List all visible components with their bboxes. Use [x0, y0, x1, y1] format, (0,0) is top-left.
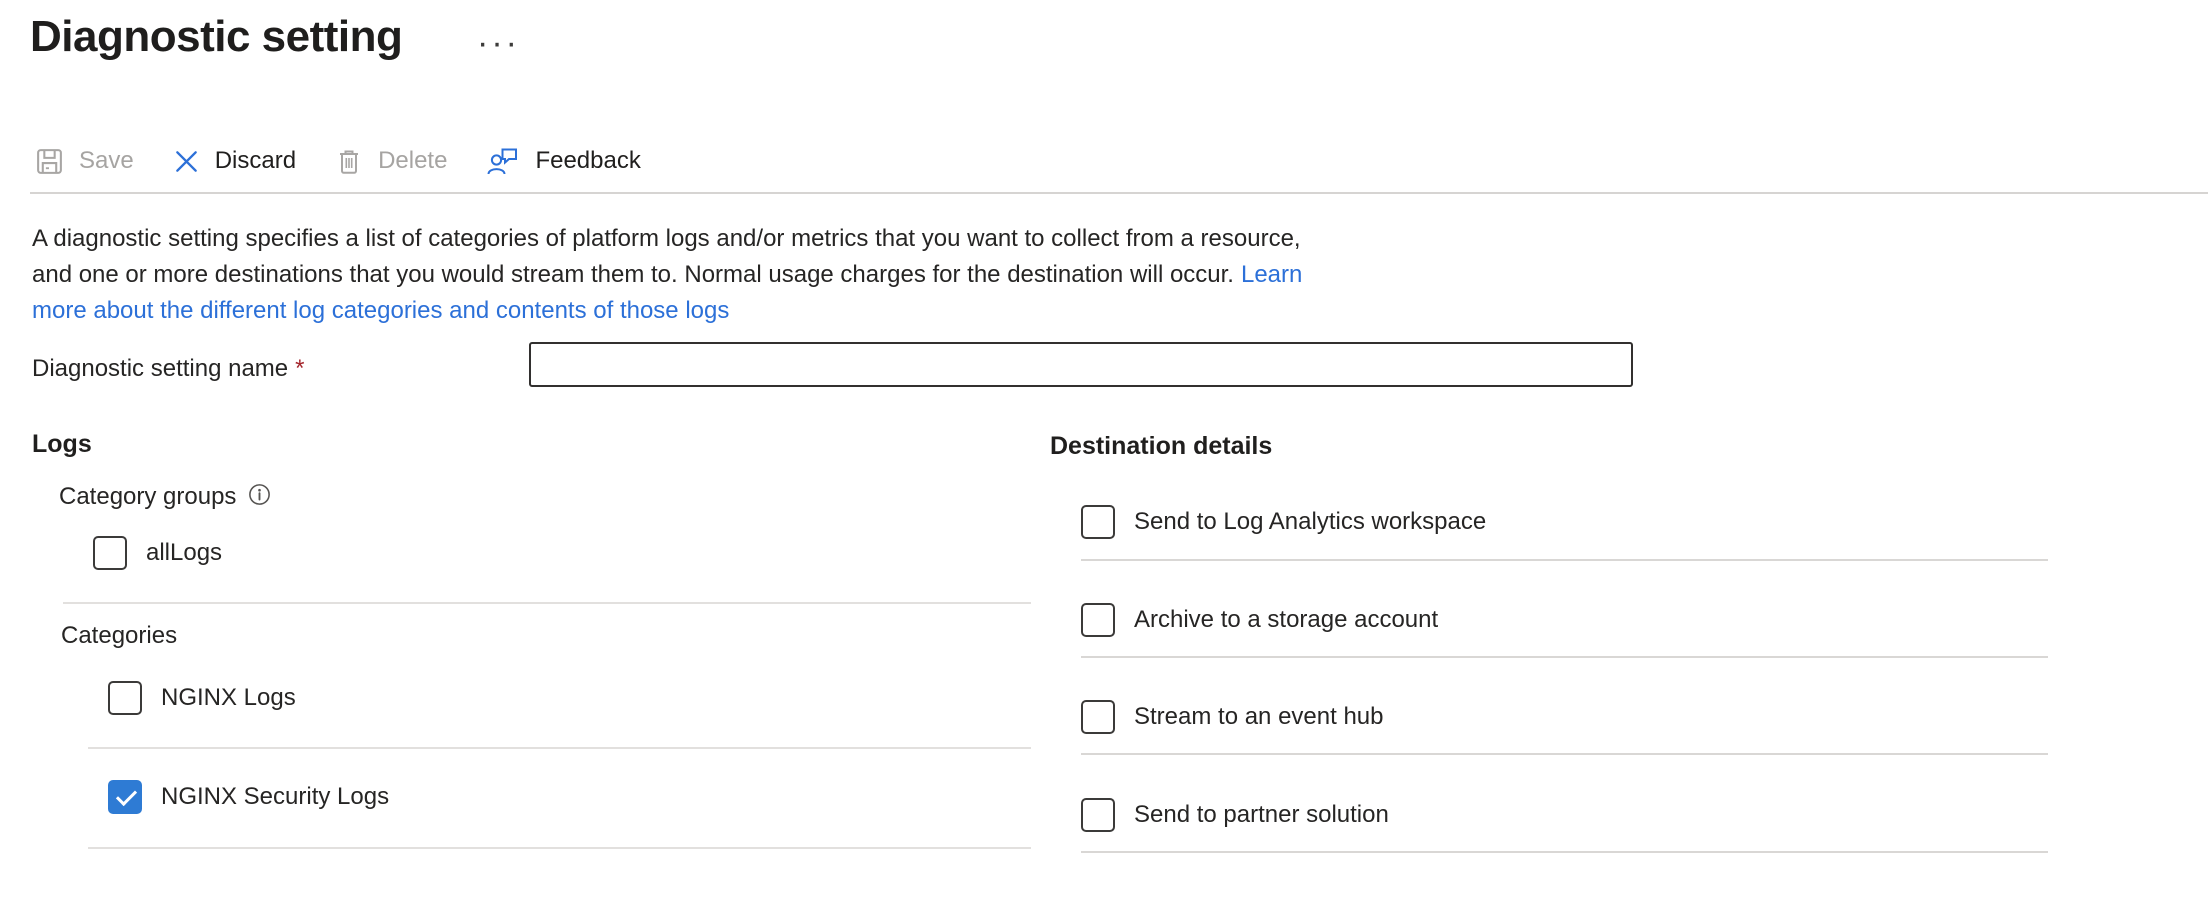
description-line-2: and one or more destinations that you wo…: [32, 257, 1302, 293]
diagnostic-setting-page: Diagnostic setting ··· Save Discard: [0, 0, 2208, 908]
send-to-partner-checkbox[interactable]: [1081, 798, 1115, 832]
feedback-label: Feedback: [535, 147, 640, 175]
discard-label: Discard: [215, 147, 296, 175]
category-groups-row: Category groups: [59, 483, 271, 511]
nginx-logs-checkbox[interactable]: [108, 681, 142, 715]
diagnostic-setting-name-label: Diagnostic setting name *: [32, 355, 304, 383]
save-icon: [34, 146, 65, 177]
info-icon[interactable]: [248, 483, 271, 511]
archive-to-storage-checkbox[interactable]: [1081, 603, 1115, 637]
send-to-partner-label: Send to partner solution: [1134, 798, 1389, 832]
stream-to-event-hub-checkbox[interactable]: [1081, 700, 1115, 734]
alllogs-row: allLogs: [93, 536, 222, 570]
page-title: Diagnostic setting: [30, 12, 402, 62]
more-options-ellipsis-icon[interactable]: ···: [477, 24, 520, 63]
trash-icon: [334, 146, 364, 177]
nginx-logs-label: NGINX Logs: [161, 681, 296, 715]
diagnostic-setting-name-input[interactable]: [529, 342, 1633, 387]
discard-button[interactable]: Discard: [172, 147, 296, 176]
divider: [88, 847, 1031, 849]
logs-heading: Logs: [32, 430, 92, 459]
divider: [1081, 753, 2048, 755]
nginx-logs-row: NGINX Logs: [108, 681, 296, 715]
feedback-button[interactable]: Feedback: [485, 145, 640, 177]
send-to-log-analytics-label: Send to Log Analytics workspace: [1134, 505, 1486, 539]
alllogs-checkbox[interactable]: [93, 536, 127, 570]
send-to-partner-row: Send to partner solution: [1081, 798, 1389, 832]
divider: [63, 602, 1031, 604]
archive-to-storage-row: Archive to a storage account: [1081, 603, 1438, 637]
save-label: Save: [79, 147, 134, 175]
divider: [1081, 851, 2048, 853]
category-groups-label: Category groups: [59, 483, 236, 511]
nginx-security-logs-checkbox[interactable]: [108, 780, 142, 814]
destination-details-section: Destination details Send to Log Analytic…: [1050, 428, 2060, 888]
feedback-person-icon: [485, 145, 521, 177]
divider: [1081, 559, 2048, 561]
command-bar: Save Discard Delete: [34, 138, 679, 184]
categories-label: Categories: [61, 622, 177, 650]
alllogs-label: allLogs: [146, 536, 222, 570]
delete-button[interactable]: Delete: [334, 146, 447, 177]
toolbar-divider: [30, 192, 2208, 194]
divider: [88, 747, 1031, 749]
delete-label: Delete: [378, 147, 447, 175]
required-asterisk: *: [295, 355, 304, 382]
divider: [1081, 656, 2048, 658]
logs-section: Logs Category groups allLogs Categories …: [32, 428, 1032, 888]
description-line-1: A diagnostic setting specifies a list of…: [32, 221, 1302, 257]
learn-more-link-continued[interactable]: more about the different log categories …: [32, 297, 729, 324]
send-to-log-analytics-row: Send to Log Analytics workspace: [1081, 505, 1486, 539]
send-to-log-analytics-checkbox[interactable]: [1081, 505, 1115, 539]
learn-more-link[interactable]: Learn: [1241, 261, 1302, 288]
description-line-2-text: and one or more destinations that you wo…: [32, 261, 1234, 288]
stream-to-event-hub-label: Stream to an event hub: [1134, 700, 1384, 734]
nginx-security-logs-row: NGINX Security Logs: [108, 780, 389, 814]
destination-details-heading: Destination details: [1050, 432, 1272, 461]
archive-to-storage-label: Archive to a storage account: [1134, 603, 1438, 637]
description-line-3: more about the different log categories …: [32, 293, 1302, 329]
nginx-security-logs-label: NGINX Security Logs: [161, 780, 389, 814]
name-label-text: Diagnostic setting name: [32, 355, 288, 382]
save-button[interactable]: Save: [34, 146, 134, 177]
stream-to-event-hub-row: Stream to an event hub: [1081, 700, 1384, 734]
description-text: A diagnostic setting specifies a list of…: [32, 221, 1302, 329]
discard-x-icon: [172, 147, 201, 176]
